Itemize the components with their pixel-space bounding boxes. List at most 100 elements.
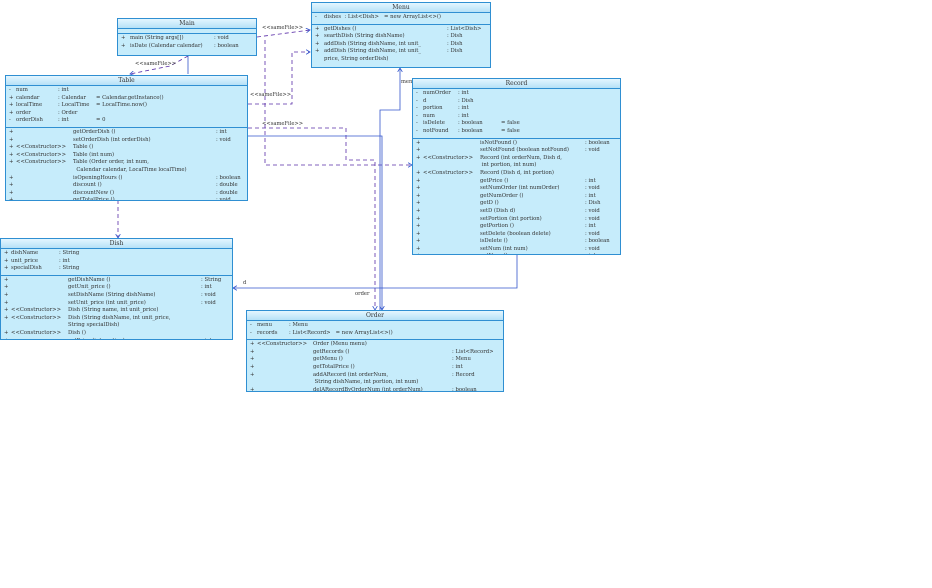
member-row: - num: int: [6, 87, 247, 95]
same-file-label-2: <<sameFile>>: [135, 61, 177, 67]
member-type: : double: [216, 182, 238, 189]
member-type: = false: [501, 127, 520, 134]
member-visibility: +: [4, 284, 9, 291]
member-visibility: -: [416, 105, 418, 112]
member-text: orderDish: [16, 117, 43, 124]
member-type: : void: [216, 136, 231, 143]
member-visibility: +: [416, 139, 421, 146]
member-type: : Dish: [447, 48, 463, 55]
member-type: = false: [501, 120, 520, 127]
same-file-label-1: <<sameFile>>: [262, 25, 304, 31]
member-text: Dish (): [68, 329, 86, 336]
member-visibility: +: [416, 192, 421, 199]
member-visibility: -: [416, 90, 418, 96]
order-class-box[interactable]: Order - menu: Menu - records: List<Record> …: [246, 310, 504, 392]
member-row: + setPortion (int portion): void: [413, 216, 620, 224]
member-visibility: +: [9, 144, 14, 151]
member-row: + getPortion (): int: [413, 223, 620, 231]
member-text: : Menu: [289, 322, 308, 328]
member-type: : int: [585, 223, 596, 230]
member-text: addDish (String dishName, int unit_: [324, 48, 421, 55]
member-text: getPortion (): [480, 223, 514, 230]
member-text: getTotalPrice (): [313, 363, 355, 370]
member-visibility: +: [416, 147, 421, 154]
member-row: String specialDish): [1, 322, 232, 330]
member-row: + delARecordByOrderNum (int orderNum): bo…: [247, 387, 503, 391]
member-row: Calendar calendar, LocalTime localTime): [6, 167, 247, 175]
member-text: String specialDish): [68, 322, 120, 329]
member-type: : Dish: [447, 33, 463, 40]
member-row: - num: int: [413, 113, 620, 121]
dish-class-box[interactable]: Dish + dishName: String + unit_price: int + s…: [0, 238, 233, 340]
member-type: : Record: [452, 371, 475, 378]
member-visibility: +: [250, 341, 255, 348]
member-row: - menu: Menu: [247, 322, 503, 330]
member-row: + getNum (): int: [413, 253, 620, 254]
member-text: : List<Record> = new ArrayList<>(): [289, 329, 393, 336]
member-type: : Dish: [585, 200, 601, 207]
member-row: + getPrice (): int: [413, 178, 620, 186]
member-text: isOpeningHours (): [73, 174, 123, 181]
member-visibility: +: [250, 371, 255, 378]
order-class-title: Order: [247, 311, 503, 321]
member-text: String dishName, int portion, int num): [313, 379, 419, 386]
member-text: <<Constructor>>: [16, 159, 67, 166]
member-visibility: -: [250, 322, 252, 328]
table-class-box[interactable]: Table - num: int + calendar: Calendar = Cale…: [5, 75, 248, 201]
main-class-title: Main: [118, 19, 256, 29]
member-type: : int: [216, 128, 227, 135]
menu-class-box[interactable]: Menu - dishes : List<Dish> = new ArrayLis…: [311, 2, 491, 68]
order-methods: + <<Constructor>> Order (Menu menu) + getRec…: [247, 340, 503, 391]
main-class-box[interactable]: Main + main (String args[]): void + isDate …: [117, 18, 257, 56]
member-type: = LocalTime.now(): [96, 102, 147, 109]
member-text: Order (Menu menu): [313, 341, 367, 348]
member-visibility: +: [315, 40, 320, 47]
dish-role-label: d: [243, 280, 247, 286]
member-text: : Dish: [458, 97, 474, 104]
member-text: int portion, int num): [480, 162, 537, 169]
member-visibility: +: [416, 169, 421, 176]
member-text: portion: [423, 105, 443, 112]
member-row: + searthDish (String dishName): Dish: [312, 33, 490, 41]
member-text: main (String args[]): [130, 35, 184, 41]
member-text: : String: [59, 265, 80, 272]
member-type: : int: [201, 284, 212, 291]
member-type: : int: [585, 177, 596, 184]
member-row: - records: List<Record> = new ArrayList<>…: [247, 330, 503, 338]
member-row: + setNumOrder (int numOrder): void: [413, 185, 620, 193]
member-type: : boolean: [585, 139, 610, 146]
member-visibility: -: [416, 120, 418, 127]
member-text: unit_price: [11, 257, 39, 264]
member-row: + getPrice (int portion): int: [1, 338, 232, 339]
member-text: getMenu (): [313, 356, 343, 363]
member-text: <<Constructor>>: [423, 154, 474, 161]
member-visibility: -: [9, 117, 11, 124]
record-class-box[interactable]: Record - numOrder: int - d: Dish - portion: i…: [412, 78, 621, 255]
member-visibility: +: [4, 338, 8, 339]
member-text: isDate (Calendar calendar): [130, 42, 203, 49]
member-text: notFound: [423, 127, 449, 134]
member-row: + setDelete (boolean delete): void: [413, 231, 620, 239]
member-text: <<Constructor>>: [11, 307, 62, 314]
member-text: <<Constructor>>: [16, 151, 67, 158]
record-class-title: Record: [413, 79, 620, 89]
member-text: Record (Dish d, int portion): [480, 169, 554, 176]
member-visibility: -: [250, 329, 252, 336]
association-order-menu: [379, 68, 400, 310]
member-text: Table (): [73, 144, 94, 151]
member-text: numOrder: [423, 90, 451, 96]
member-text: : int: [458, 112, 469, 119]
member-text: <<Constructor>>: [257, 341, 308, 348]
member-visibility: +: [9, 159, 14, 166]
member-text: localTime: [16, 102, 43, 109]
table-class-title: Table: [6, 76, 247, 86]
member-row: - portion: int: [413, 105, 620, 113]
member-visibility: +: [416, 215, 421, 222]
member-row: + discount (): double: [6, 182, 247, 190]
member-type: : void: [585, 245, 600, 252]
member-type: : void: [585, 147, 600, 154]
member-text: price, String orderDish): [324, 55, 389, 62]
member-visibility: +: [416, 185, 421, 192]
member-type: = 0: [96, 117, 106, 124]
member-visibility: +: [9, 189, 14, 196]
